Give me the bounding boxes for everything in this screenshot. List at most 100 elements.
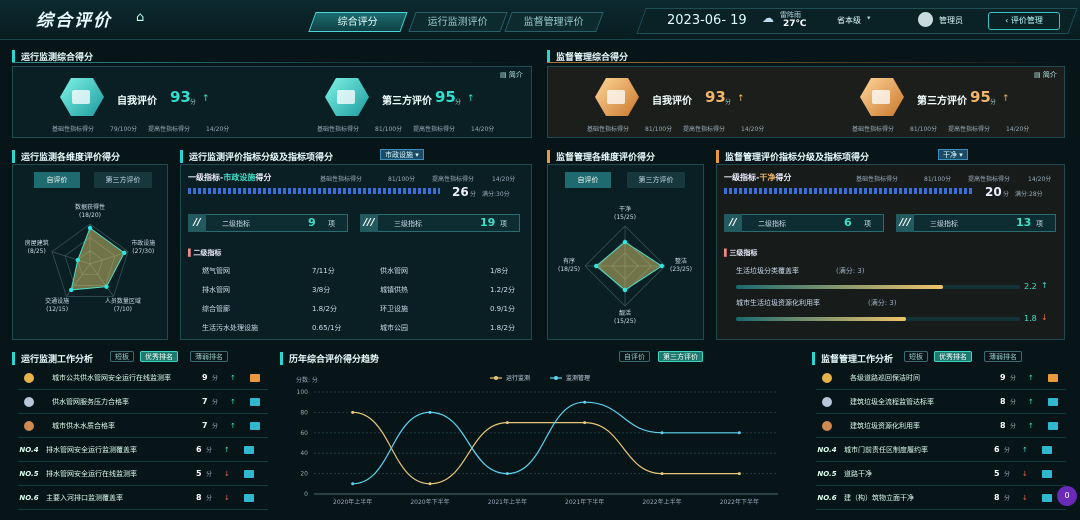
arrow-down-icon: ↓	[224, 493, 230, 502]
chevron-down-icon[interactable]: ▾	[867, 14, 871, 22]
series-point	[737, 431, 741, 435]
radar-label: 整洁	[675, 257, 687, 265]
list-item[interactable]: 城市公共供水管网安全运行在线监测率 9 分 ↑	[18, 366, 268, 390]
list-item[interactable]: NO.4 城市门前责任区制度履约率 6 分 ↑	[816, 438, 1066, 462]
panel-title-sup-idx: 监督管理评价指标分级及指标项得分	[716, 150, 869, 163]
work-tab[interactable]: 薄弱排名	[190, 351, 228, 362]
index-item-score: 1.8/2分	[312, 305, 337, 313]
improve-value: 14/20分	[1006, 126, 1030, 133]
detail-icon[interactable]	[244, 445, 254, 454]
op-radar-chart: 数据获得性(18/20)市政设施(27/30)人员数量区域(7/10)交通设施(…	[25, 203, 156, 313]
tab-supervision[interactable]: 监督管理评价	[504, 12, 604, 32]
divider	[547, 62, 1067, 63]
list-item[interactable]: 城市供水水质合格率 7 分 ↑	[18, 414, 268, 438]
document-icon	[72, 90, 90, 104]
category-select[interactable]: 干净 ▾	[938, 149, 968, 160]
detail-icon[interactable]	[1042, 445, 1052, 454]
x-tick-label: 2021年上半年	[488, 498, 527, 506]
avatar[interactable]	[918, 12, 933, 27]
series-line-0	[352, 411, 740, 485]
list-item[interactable]: 供水管网服务压力合格率 7 分 ↑	[18, 390, 268, 414]
unit-label: 项	[500, 220, 507, 228]
toggle-self[interactable]: 自评价	[34, 172, 80, 188]
item-score: 8	[1000, 421, 1006, 430]
brief-link[interactable]: ▤ 简介	[500, 70, 523, 80]
detail-icon[interactable]	[1042, 493, 1052, 502]
radar-label: (18/20)	[79, 212, 101, 219]
toggle-third[interactable]: 第三方评价	[627, 172, 685, 188]
brief-link[interactable]: ▤ 简介	[1034, 70, 1057, 80]
item-score: 5	[994, 469, 1000, 478]
lv2-box	[724, 214, 884, 232]
panel-title-op-dim: 运行监测各维度评价得分	[12, 150, 120, 163]
legend-dot	[554, 376, 558, 380]
list-item[interactable]: NO.5 排水管网安全运行在线监测率 5 分 ↓	[18, 462, 268, 486]
card-score: 95	[970, 88, 991, 106]
work-tab[interactable]: 薄弱排名	[984, 351, 1022, 362]
category-select[interactable]: 市政设施 ▾	[380, 149, 424, 160]
medal-icon	[24, 420, 34, 431]
item-unit: 分	[1004, 471, 1011, 478]
work-tab[interactable]: 优秀排名	[140, 351, 178, 362]
detail-icon[interactable]	[244, 493, 254, 502]
card-unit: 分	[725, 99, 732, 106]
arrow-down-icon: ↓	[224, 469, 230, 478]
y-tick-label: 40	[300, 450, 308, 457]
list-item[interactable]: NO.4 排水管网安全运行监测覆盖率 6 分 ↑	[18, 438, 268, 462]
detail-icon[interactable]	[1048, 421, 1058, 430]
detail-icon[interactable]	[250, 397, 260, 406]
detail-icon[interactable]	[1048, 373, 1058, 382]
list-item[interactable]: 各级道路巡回保洁时间 9 分 ↑	[816, 366, 1066, 390]
work-tab[interactable]: 短板	[110, 351, 134, 362]
card-label: 自我评价	[652, 96, 692, 107]
cloud-icon: ☁	[762, 11, 774, 25]
radar-label: 房屋建筑	[25, 239, 49, 247]
list-item[interactable]: NO.6 主要入河排口监测覆盖率 8 分 ↓	[18, 486, 268, 510]
trend-tab-self[interactable]: 自评价	[619, 351, 650, 362]
detail-icon[interactable]	[1042, 469, 1052, 478]
item-unit: 分	[206, 495, 213, 502]
index-item-score: 3/8分	[312, 286, 331, 294]
level-select[interactable]: 省本级	[837, 15, 861, 26]
list-item[interactable]: 建筑垃圾全流程监管达标率 8 分 ↑	[816, 390, 1066, 414]
trend-tab-third[interactable]: 第三方评价	[658, 351, 703, 362]
detail-icon[interactable]	[1048, 397, 1058, 406]
improve-label: 提高性指标得分	[148, 126, 191, 133]
x-tick-label: 2022年上半年	[642, 498, 681, 506]
x-tick-label: 2020年上半年	[333, 498, 372, 506]
arrow-down-icon: ↓	[1041, 313, 1048, 322]
home-icon[interactable]: ⌂	[136, 10, 144, 25]
tab-overall[interactable]: 综合评分	[308, 12, 408, 32]
user-name[interactable]: 管理员	[939, 15, 963, 26]
unit-label: 项	[864, 220, 871, 228]
work-tab[interactable]: 优秀排名	[934, 351, 972, 362]
index-item-name: 排水管网	[202, 286, 230, 294]
radar-label: 交通设施	[45, 297, 69, 305]
work-tab[interactable]: 短板	[904, 351, 928, 362]
sub-title: ▌二级指标	[188, 249, 222, 257]
sub-title: ▌三级指标	[724, 249, 758, 257]
detail-icon[interactable]	[250, 421, 260, 430]
document-icon	[872, 90, 890, 104]
notification-badge[interactable]: 0	[1057, 486, 1077, 506]
improve-label: 提高性指标得分	[413, 126, 456, 133]
toggle-third[interactable]: 第三方评价	[94, 172, 152, 188]
rank-number: NO.5	[817, 469, 837, 478]
list-item[interactable]: 建筑垃圾资源化利用率 8 分 ↑	[816, 414, 1066, 438]
detail-icon[interactable]	[250, 373, 260, 382]
toggle-self[interactable]: 自评价	[565, 172, 611, 188]
series-line-1	[352, 401, 740, 485]
medal-icon	[822, 420, 832, 431]
radar-label: (15/25)	[614, 214, 636, 221]
list-item[interactable]: NO.5 道路干净 5 分 ↓	[816, 462, 1066, 486]
item-score: 8	[196, 493, 202, 502]
detail-icon[interactable]	[244, 469, 254, 478]
mgmt-button[interactable]: ‹ 评价管理	[988, 12, 1060, 30]
improve-label: 提高性指标得分	[432, 176, 475, 183]
medal-icon	[24, 396, 34, 407]
card-label: 第三方评价	[382, 96, 432, 107]
tab-operation[interactable]: 运行监测评价	[408, 12, 508, 32]
y-tick-label: 80	[300, 409, 308, 416]
index-item-name: 环卫设施	[380, 305, 408, 313]
list-item[interactable]: NO.6 建（构）筑物立面干净 8 分 ↓	[816, 486, 1066, 510]
